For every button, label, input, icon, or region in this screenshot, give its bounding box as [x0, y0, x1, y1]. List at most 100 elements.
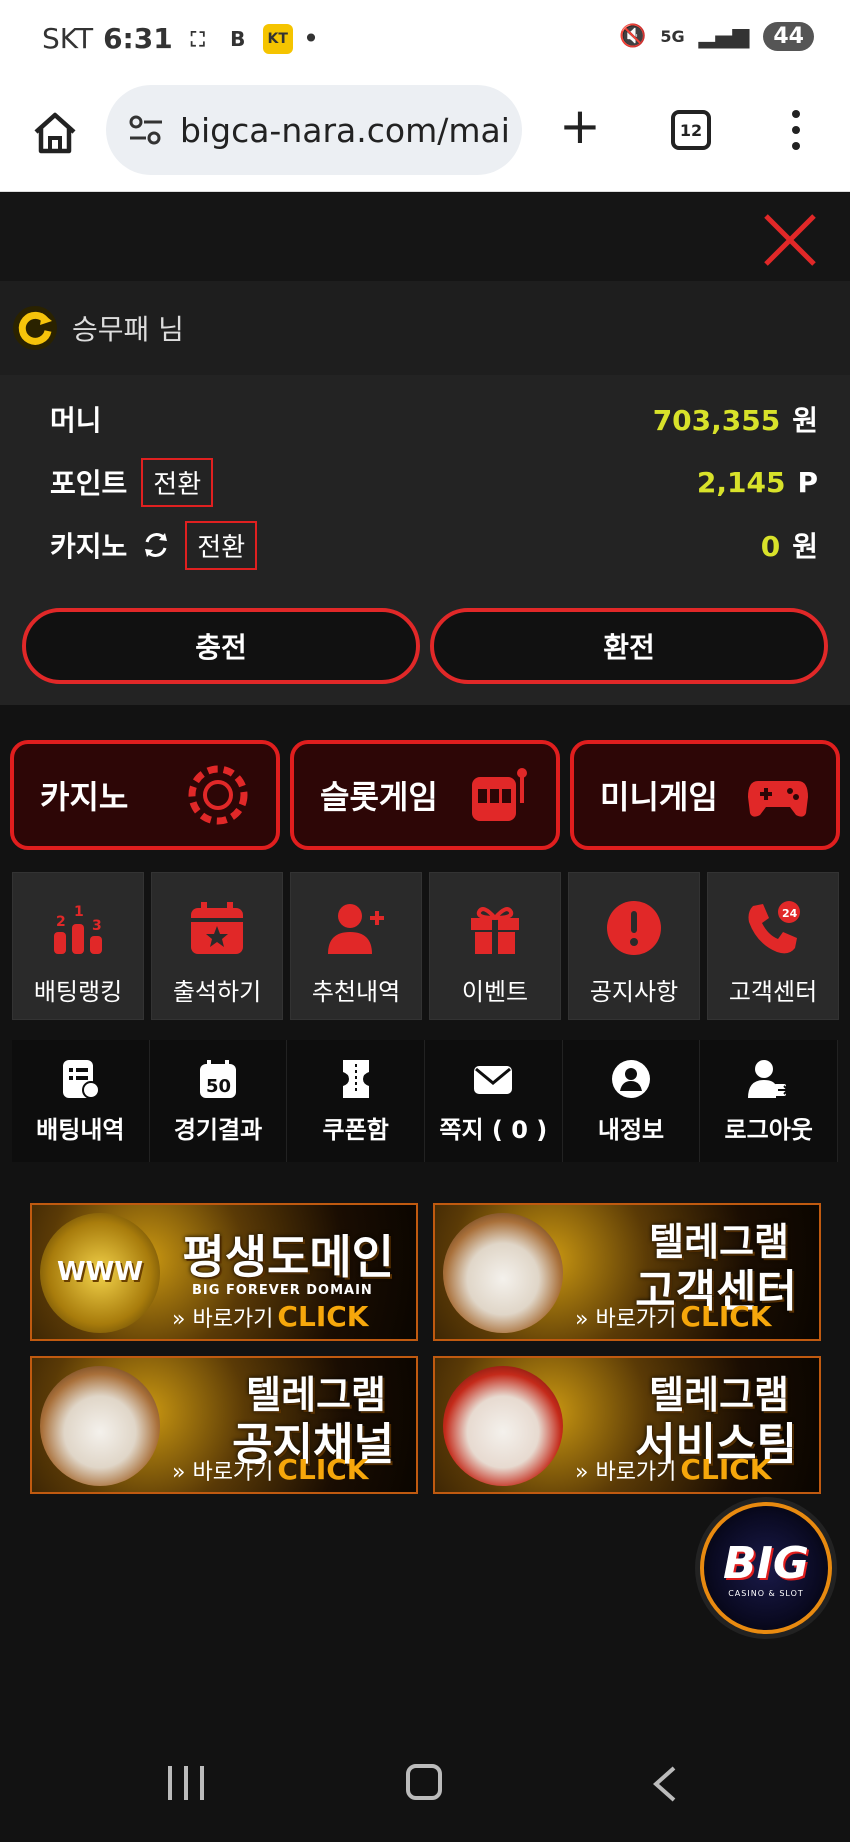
point-label: 포인트 [50, 467, 128, 500]
banner-cta: » 바로가기 CLICK [575, 1300, 772, 1333]
site-settings-icon[interactable] [126, 110, 166, 150]
svg-text:2: 2 [56, 914, 66, 930]
status-right: 🔇 5G ▂▄▆ 44 [619, 22, 814, 51]
banner-forever-domain[interactable]: WWW 평생도메인 BIG FOREVER DOMAIN » 바로가기 CLICK [30, 1203, 418, 1341]
tile-referral[interactable]: 추천내역 [290, 872, 422, 1020]
chip-icon [188, 765, 248, 825]
system-nav-bar [0, 1730, 850, 1842]
more-menu-icon[interactable] [790, 110, 802, 150]
back-icon[interactable] [650, 1766, 680, 1802]
status-bar: SKT 6:31 ⛶ B KT • 🔇 5G ▂▄▆ 44 [0, 0, 850, 80]
slot-category-button[interactable]: 슬롯게임 [290, 740, 560, 850]
banner-title-2: 평생도메인 [182, 1230, 394, 1284]
banner-subtitle: BIG FOREVER DOMAIN [192, 1283, 373, 1298]
alert-icon [607, 901, 661, 955]
tile-ranking[interactable]: 213 배팅랭킹 [12, 872, 144, 1020]
svg-text:1: 1 [74, 904, 84, 920]
bet-list-icon [63, 1059, 101, 1099]
address-bar[interactable]: bigca-nara.com/mai [106, 85, 522, 175]
bulldog-art [443, 1213, 563, 1333]
clock: 6:31 [103, 22, 173, 55]
new-tab-icon[interactable]: + [558, 101, 602, 151]
banner-telegram-service[interactable]: 텔레그램 서비스팀 » 바로가기 CLICK [433, 1356, 821, 1494]
menu-label: 배팅내역 [36, 1115, 125, 1144]
b-app-icon: B [230, 26, 246, 51]
svg-text:3: 3 [92, 918, 102, 934]
tile-label: 출석하기 [172, 978, 262, 1006]
big-casino-logo[interactable]: BIG CASINO & SLOT [700, 1502, 832, 1634]
point-row: 포인트 전환 2,145 P [50, 452, 818, 512]
menu-label: 쿠폰함 [322, 1115, 389, 1144]
refresh-icon[interactable] [141, 530, 171, 560]
refresh-user-icon [13, 306, 57, 350]
mail-icon [474, 1065, 513, 1094]
network-type: 5G [660, 27, 685, 46]
casino-label: 카지노 [50, 530, 128, 563]
status-left: SKT 6:31 ⛶ B KT • [42, 22, 319, 55]
tile-attendance[interactable]: 출석하기 [151, 872, 283, 1020]
category-label: 슬롯게임 [320, 778, 438, 816]
close-icon[interactable] [760, 210, 820, 270]
logout-icon [747, 1059, 790, 1098]
dot-icon: • [302, 22, 320, 55]
tile-event[interactable]: 이벤트 [429, 872, 561, 1020]
minigame-category-button[interactable]: 미니게임 [570, 740, 840, 850]
home-nav-icon[interactable] [406, 1764, 442, 1800]
withdraw-button[interactable]: 환전 [430, 608, 828, 684]
user-bar: 승무패 님 [0, 281, 850, 375]
recent-apps-icon[interactable] [168, 1766, 204, 1800]
user-menu: 배팅내역 50 경기결과 쿠폰함 쪽지 ( 0 ) 내정보 로그아웃 [12, 1040, 839, 1162]
coupon-icon [342, 1059, 369, 1098]
red-bulldog-art [443, 1366, 563, 1486]
bulldog-art [40, 1366, 160, 1486]
slot-machine-icon [472, 768, 527, 821]
menu-profile[interactable]: 내정보 [563, 1040, 701, 1162]
menu-label: 로그아웃 [724, 1115, 813, 1144]
menu-label: 쪽지 ( 0 ) [439, 1115, 548, 1144]
logo-text: BIG [722, 1538, 810, 1589]
battery-badge: 44 [763, 22, 814, 51]
svg-text:50: 50 [206, 1076, 231, 1097]
gamepad-icon [748, 781, 808, 817]
kt-app-icon: KT [262, 23, 293, 54]
menu-logout[interactable]: 로그아웃 [700, 1040, 839, 1162]
casino-category-button[interactable]: 카지노 [10, 740, 280, 850]
banner-cta: » 바로가기 CLICK [172, 1300, 369, 1333]
gift-icon [471, 907, 519, 954]
banner-telegram-notice[interactable]: 텔레그램 공지채널 » 바로가기 CLICK [30, 1356, 418, 1494]
phone-24-icon: 24 [748, 901, 800, 954]
menu-messages[interactable]: 쪽지 ( 0 ) [425, 1040, 563, 1162]
user-name: 승무패 님 [72, 313, 184, 346]
tile-label: 고객센터 [728, 978, 818, 1006]
tile-label: 추천내역 [311, 978, 401, 1006]
banner-telegram-support[interactable]: 텔레그램 고객센터 » 바로가기 CLICK [433, 1203, 821, 1341]
mute-icon: 🔇 [618, 24, 647, 49]
tile-label: 배팅랭킹 [33, 978, 123, 1006]
panel-header [0, 193, 850, 281]
tab-switcher-button[interactable]: 12 [671, 110, 711, 150]
signal-icon: ▂▄▆ [698, 24, 750, 49]
tile-support[interactable]: 24 고객센터 [707, 872, 839, 1020]
money-label: 머니 [50, 404, 102, 437]
casino-convert-button[interactable]: 전환 [185, 520, 258, 570]
category-label: 카지노 [40, 778, 129, 816]
svg-text:24: 24 [782, 907, 798, 920]
menu-label: 경기결과 [173, 1115, 263, 1144]
menu-results[interactable]: 50 경기결과 [150, 1040, 288, 1162]
screenshot-icon: ⛶ [190, 26, 205, 51]
point-convert-button[interactable]: 전환 [141, 457, 214, 507]
tile-label: 공지사항 [589, 978, 679, 1006]
menu-coupons[interactable]: 쿠폰함 [287, 1040, 426, 1162]
casino-value: 0원 [760, 530, 818, 563]
banner-cta: » 바로가기 CLICK [172, 1453, 369, 1486]
home-icon[interactable] [30, 108, 80, 158]
menu-bet-history[interactable]: 배팅내역 [12, 1040, 150, 1162]
banner-cta: » 바로가기 CLICK [575, 1453, 772, 1486]
ranking-icon: 213 [54, 904, 102, 954]
deposit-button[interactable]: 충전 [22, 608, 420, 684]
menu-label: 내정보 [597, 1115, 665, 1144]
tile-notice[interactable]: 공지사항 [568, 872, 700, 1020]
profile-icon [612, 1059, 651, 1098]
url-text[interactable]: bigca-nara.com/mai [180, 111, 510, 150]
money-value: 703,355 원 [652, 404, 818, 437]
